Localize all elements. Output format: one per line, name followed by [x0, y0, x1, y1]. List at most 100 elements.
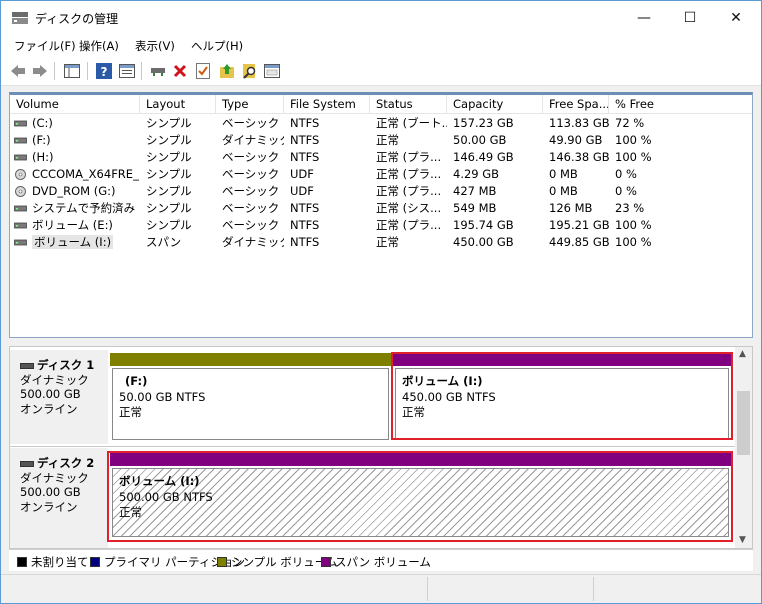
- cell-percent-free: 0 %: [615, 167, 637, 181]
- menu-view[interactable]: 表示(V): [135, 38, 175, 54]
- cell-volume: DVD_ROM (G:): [14, 183, 140, 200]
- status-divider: [593, 577, 594, 601]
- menu-help[interactable]: ヘルプ(H): [191, 38, 243, 54]
- volume-name: ボリューム (E:): [32, 218, 113, 232]
- volume-list-header: Volume Layout Type File System Status Ca…: [10, 95, 752, 114]
- partition-f-name: (F:): [125, 374, 148, 388]
- disk-divider: [10, 446, 735, 447]
- partition-f-size: 50.00 GB NTFS: [119, 389, 206, 404]
- legend: 未割り当て プライマリ パーティション シンプル ボリューム スパン ボリューム: [9, 549, 753, 571]
- cell-type: ベーシック: [222, 167, 280, 181]
- table-row[interactable]: ボリューム (I:) スパン ダイナミック NTFS 正常 450.00 GB 449.85…: [10, 234, 752, 251]
- disk-2-label[interactable]: ディスク 2 ダイナミック 500.00 GB オンライン: [10, 448, 108, 548]
- volume-name: ボリューム (I:): [32, 235, 114, 249]
- disk-2-size: 500.00 GB: [20, 485, 81, 499]
- cell-layout: シンプル: [146, 116, 192, 130]
- cell-volume: (H:): [14, 149, 140, 166]
- cell-capacity: 50.00 GB: [453, 133, 507, 147]
- cell-status: 正常: [376, 235, 399, 249]
- disk-1-label[interactable]: ディスク 1 ダイナミック 500.00 GB オンライン: [10, 350, 108, 444]
- cell-layout: シンプル: [146, 184, 192, 198]
- table-row[interactable]: DVD_ROM (G:) シンプル ベーシック UDF 正常 (プラ... 427 MB 0…: [10, 183, 752, 200]
- cell-file-system: NTFS: [290, 150, 320, 164]
- maximize-button[interactable]: ☐: [667, 1, 713, 34]
- up-folder-icon[interactable]: [218, 62, 236, 80]
- menu-action[interactable]: 操作(A): [79, 38, 119, 54]
- menu-bar: ファイル(F) 操作(A) 表示(V) ヘルプ(H): [1, 34, 761, 56]
- volume-name: (C:): [32, 116, 53, 130]
- column-header-free-space[interactable]: Free Spa...: [543, 95, 609, 114]
- table-row[interactable]: (F:) シンプル ダイナミック NTFS 正常 50.00 GB 49.90 GB 100 …: [10, 132, 752, 149]
- cell-volume: (C:): [14, 115, 140, 132]
- column-header-file-system[interactable]: File System: [284, 95, 370, 114]
- cell-layout: スパン: [146, 235, 182, 249]
- column-header-layout[interactable]: Layout: [140, 95, 216, 114]
- cell-file-system: NTFS: [290, 116, 320, 130]
- table-row[interactable]: ボリューム (E:) シンプル ベーシック NTFS 正常 (プラ... 195.74 G…: [10, 217, 752, 234]
- cd-drive-icon: [15, 186, 26, 197]
- disk-management-app-icon: [12, 12, 28, 24]
- menu-file[interactable]: ファイル(F): [14, 38, 76, 54]
- connect-drive-icon[interactable]: [149, 62, 167, 80]
- console-tree-icon[interactable]: [63, 62, 81, 80]
- back-arrow-icon[interactable]: [9, 62, 27, 80]
- cell-type: ベーシック: [222, 201, 280, 215]
- hard-drive-icon: [14, 205, 27, 212]
- column-header-percent-free[interactable]: % Free: [609, 95, 752, 114]
- legend-simple-volume: シンプル ボリューム: [217, 554, 337, 570]
- scrollbar-thumb[interactable]: [737, 391, 750, 455]
- scroll-down-icon[interactable]: ▼: [739, 535, 746, 545]
- forward-arrow-icon[interactable]: [31, 62, 49, 80]
- column-header-capacity[interactable]: Capacity: [447, 95, 543, 114]
- cell-type: ダイナミック: [222, 235, 284, 249]
- toolbar: ?: [1, 56, 761, 86]
- dialog-icon[interactable]: [263, 62, 281, 80]
- vertical-scrollbar[interactable]: ▲ ▼: [735, 347, 752, 548]
- volume-name: システムで予約済み: [32, 201, 136, 215]
- column-header-type[interactable]: Type: [216, 95, 284, 114]
- cell-capacity: 549 MB: [453, 201, 497, 215]
- cell-volume: ボリューム (I:): [14, 234, 140, 251]
- cell-percent-free: 0 %: [615, 184, 637, 198]
- help-icon[interactable]: ?: [95, 62, 113, 80]
- close-button[interactable]: ✕: [713, 1, 759, 34]
- properties-icon[interactable]: [118, 62, 136, 80]
- table-row[interactable]: (H:) シンプル ベーシック NTFS 正常 (プラ... 146.49 GB 146.3…: [10, 149, 752, 166]
- disk-1-state: オンライン: [20, 401, 78, 416]
- hard-drive-icon: [14, 154, 27, 161]
- legend-swatch: [217, 557, 227, 567]
- cell-volume: CCCOMA_X64FRE_...: [14, 166, 140, 183]
- cell-status: 正常 (ブート...: [376, 116, 447, 130]
- partition-f[interactable]: (F:) 50.00 GB NTFS 正常: [110, 353, 391, 442]
- check-icon[interactable]: [194, 62, 212, 80]
- cell-free-space: 449.85 GB: [549, 235, 609, 249]
- cell-layout: シンプル: [146, 218, 192, 232]
- legend-swatch: [17, 557, 27, 567]
- cell-volume: (F:): [14, 132, 140, 149]
- hard-drive-icon: [14, 120, 27, 127]
- pane-splitter[interactable]: [1, 338, 761, 346]
- table-row[interactable]: (C:) シンプル ベーシック NTFS 正常 (ブート... 157.23 GB 113.…: [10, 115, 752, 132]
- cell-capacity: 157.23 GB: [453, 116, 514, 130]
- cell-free-space: 49.90 GB: [549, 133, 603, 147]
- column-header-status[interactable]: Status: [370, 95, 447, 114]
- table-row[interactable]: CCCOMA_X64FRE_... シンプル ベーシック UDF 正常 (プラ... 4.…: [10, 166, 752, 183]
- table-row[interactable]: システムで予約済み シンプル ベーシック NTFS 正常 (シス... 549 MB 126…: [10, 200, 752, 217]
- disk-2-type: ダイナミック: [20, 470, 89, 485]
- cell-status: 正常 (プラ...: [376, 150, 442, 164]
- column-header-volume[interactable]: Volume: [10, 95, 140, 114]
- toolbar-separator: [141, 62, 142, 80]
- cell-file-system: NTFS: [290, 218, 320, 232]
- cell-percent-free: 100 %: [615, 133, 652, 147]
- cell-capacity: 450.00 GB: [453, 235, 514, 249]
- scroll-up-icon[interactable]: ▲: [739, 349, 746, 359]
- disk-management-window: ディスクの管理 — ☐ ✕ ファイル(F) 操作(A) 表示(V) ヘルプ(H)…: [0, 0, 762, 604]
- disk-1-size: 500.00 GB: [20, 387, 81, 401]
- search-icon[interactable]: [241, 62, 259, 80]
- hard-drive-icon: [14, 239, 27, 246]
- delete-icon[interactable]: [171, 62, 189, 80]
- volume-name: (H:): [32, 150, 54, 164]
- disk-1-name: ディスク 1: [37, 358, 95, 372]
- cell-free-space: 0 MB: [549, 184, 578, 198]
- minimize-button[interactable]: —: [621, 1, 667, 34]
